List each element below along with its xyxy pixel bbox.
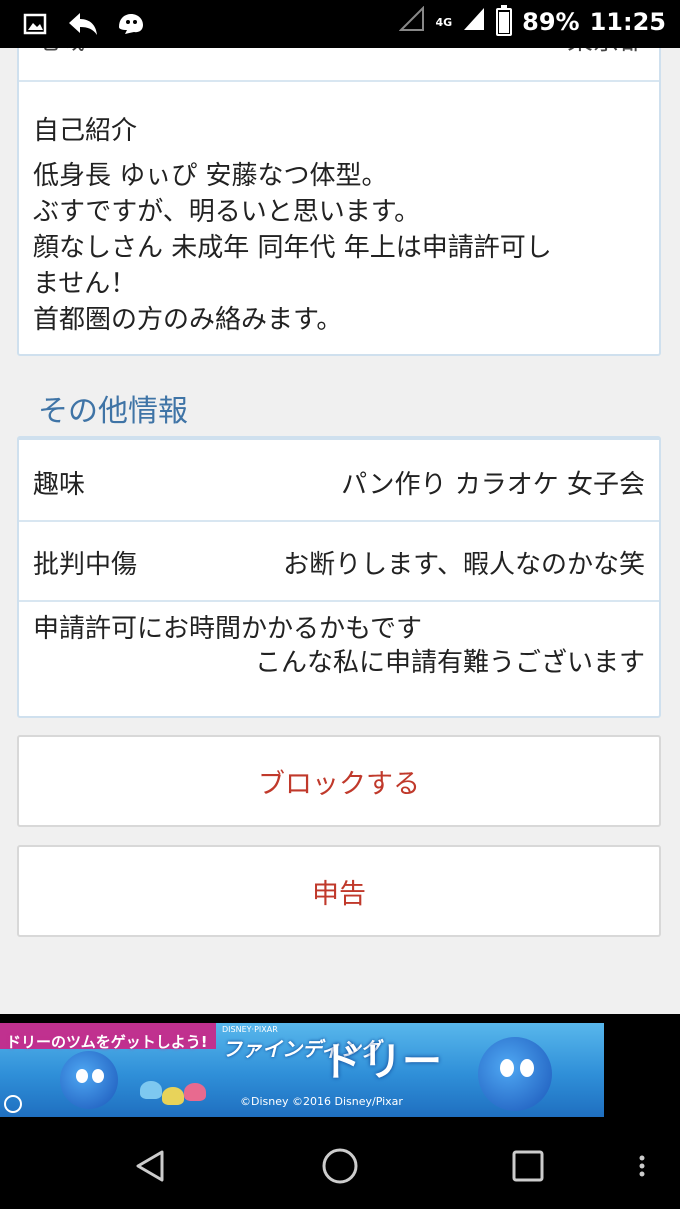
app-notification-icon	[116, 9, 146, 39]
ad-copyright: ©Disney ©2016 Disney/Pixar	[240, 1095, 403, 1108]
battery-level-fill	[499, 11, 510, 33]
status-indicators: 4G 89% 11:25	[399, 5, 666, 38]
eye-icon	[500, 1059, 514, 1077]
block-button[interactable]: ブロックする	[17, 735, 661, 827]
criticism-label: 批判中傷	[33, 550, 138, 580]
ad-tagline: ドリーのツムをゲットしよう!	[6, 1033, 208, 1051]
image-icon	[20, 9, 50, 39]
more-vertical-icon	[639, 1155, 645, 1177]
profile-content[interactable]: 地域 東京都 自己紹介 低身長 ゆぃぴ 安藤なつ体型。 ぶすですが、明るいと思い…	[0, 48, 680, 1014]
profile-card: 地域 東京都 自己紹介 低身長 ゆぃぴ 安藤なつ体型。 ぶすですが、明るいと思い…	[17, 48, 661, 356]
back-triangle-icon	[136, 1150, 164, 1182]
home-button[interactable]	[318, 1144, 362, 1188]
dory-character-left	[60, 1051, 118, 1109]
battery-icon	[496, 5, 513, 36]
no-sim-signal-icon	[399, 5, 425, 38]
clock: 11:25	[589, 8, 666, 36]
region-label: 地域	[33, 48, 85, 57]
eye-icon	[520, 1059, 534, 1077]
divider	[19, 80, 659, 82]
eye-icon	[76, 1069, 88, 1083]
cell-signal-icon	[462, 6, 486, 38]
system-nav-bar	[0, 1124, 680, 1209]
hobby-label: 趣味	[33, 470, 86, 500]
status-bar: 4G 89% 11:25	[0, 0, 680, 48]
other-info-card: 趣味 パン作り カラオケ 女子会 批判中傷 お断りします、暇人なのかな笑 申請許…	[17, 436, 661, 718]
divider	[19, 600, 659, 602]
recents-square-icon	[512, 1150, 544, 1182]
report-button[interactable]: 申告	[17, 845, 661, 937]
tsum-character	[184, 1083, 206, 1101]
ad-strip: ドリーのツムをゲットしよう! DISNEY·PIXAR ファインディング ドリー…	[0, 1014, 680, 1124]
battery-percent: 89%	[522, 8, 580, 36]
home-circle-icon	[322, 1148, 358, 1184]
network-type: 4G	[435, 15, 453, 29]
ad-banner[interactable]: ドリーのツムをゲットしよう! DISNEY·PIXAR ファインディング ドリー…	[0, 1023, 604, 1117]
recents-button[interactable]	[506, 1144, 550, 1188]
tsum-character	[162, 1087, 184, 1105]
divider	[19, 520, 659, 522]
notification-icons	[20, 9, 146, 39]
note-line-1: 申請許可にお時間かかるかもです	[33, 614, 422, 644]
criticism-value: お断りします、暇人なのかな笑	[283, 550, 645, 580]
note: 申請許可にお時間かかるかもです こんな私に申請有難うございます	[33, 612, 645, 680]
intro-heading: 自己紹介	[33, 116, 138, 146]
region-value: 東京都	[567, 48, 645, 57]
hobby-value: パン作り カラオケ 女子会	[341, 470, 645, 500]
ad-title-big: ドリー	[322, 1039, 442, 1085]
other-info-title: その他情報	[38, 394, 188, 429]
intro-text: 低身長 ゆぃぴ 安藤なつ体型。 ぶすですが、明るいと思います。 顔なしさん 未成…	[33, 161, 552, 335]
overflow-menu-button[interactable]	[622, 1144, 662, 1188]
tsum-character	[140, 1081, 162, 1099]
reply-icon	[68, 9, 98, 39]
eye-icon	[92, 1069, 104, 1083]
dory-character-right	[478, 1037, 552, 1111]
back-button[interactable]	[128, 1144, 172, 1188]
ad-info-icon[interactable]	[4, 1095, 22, 1113]
note-line-2: こんな私に申請有難うございます	[254, 648, 645, 678]
